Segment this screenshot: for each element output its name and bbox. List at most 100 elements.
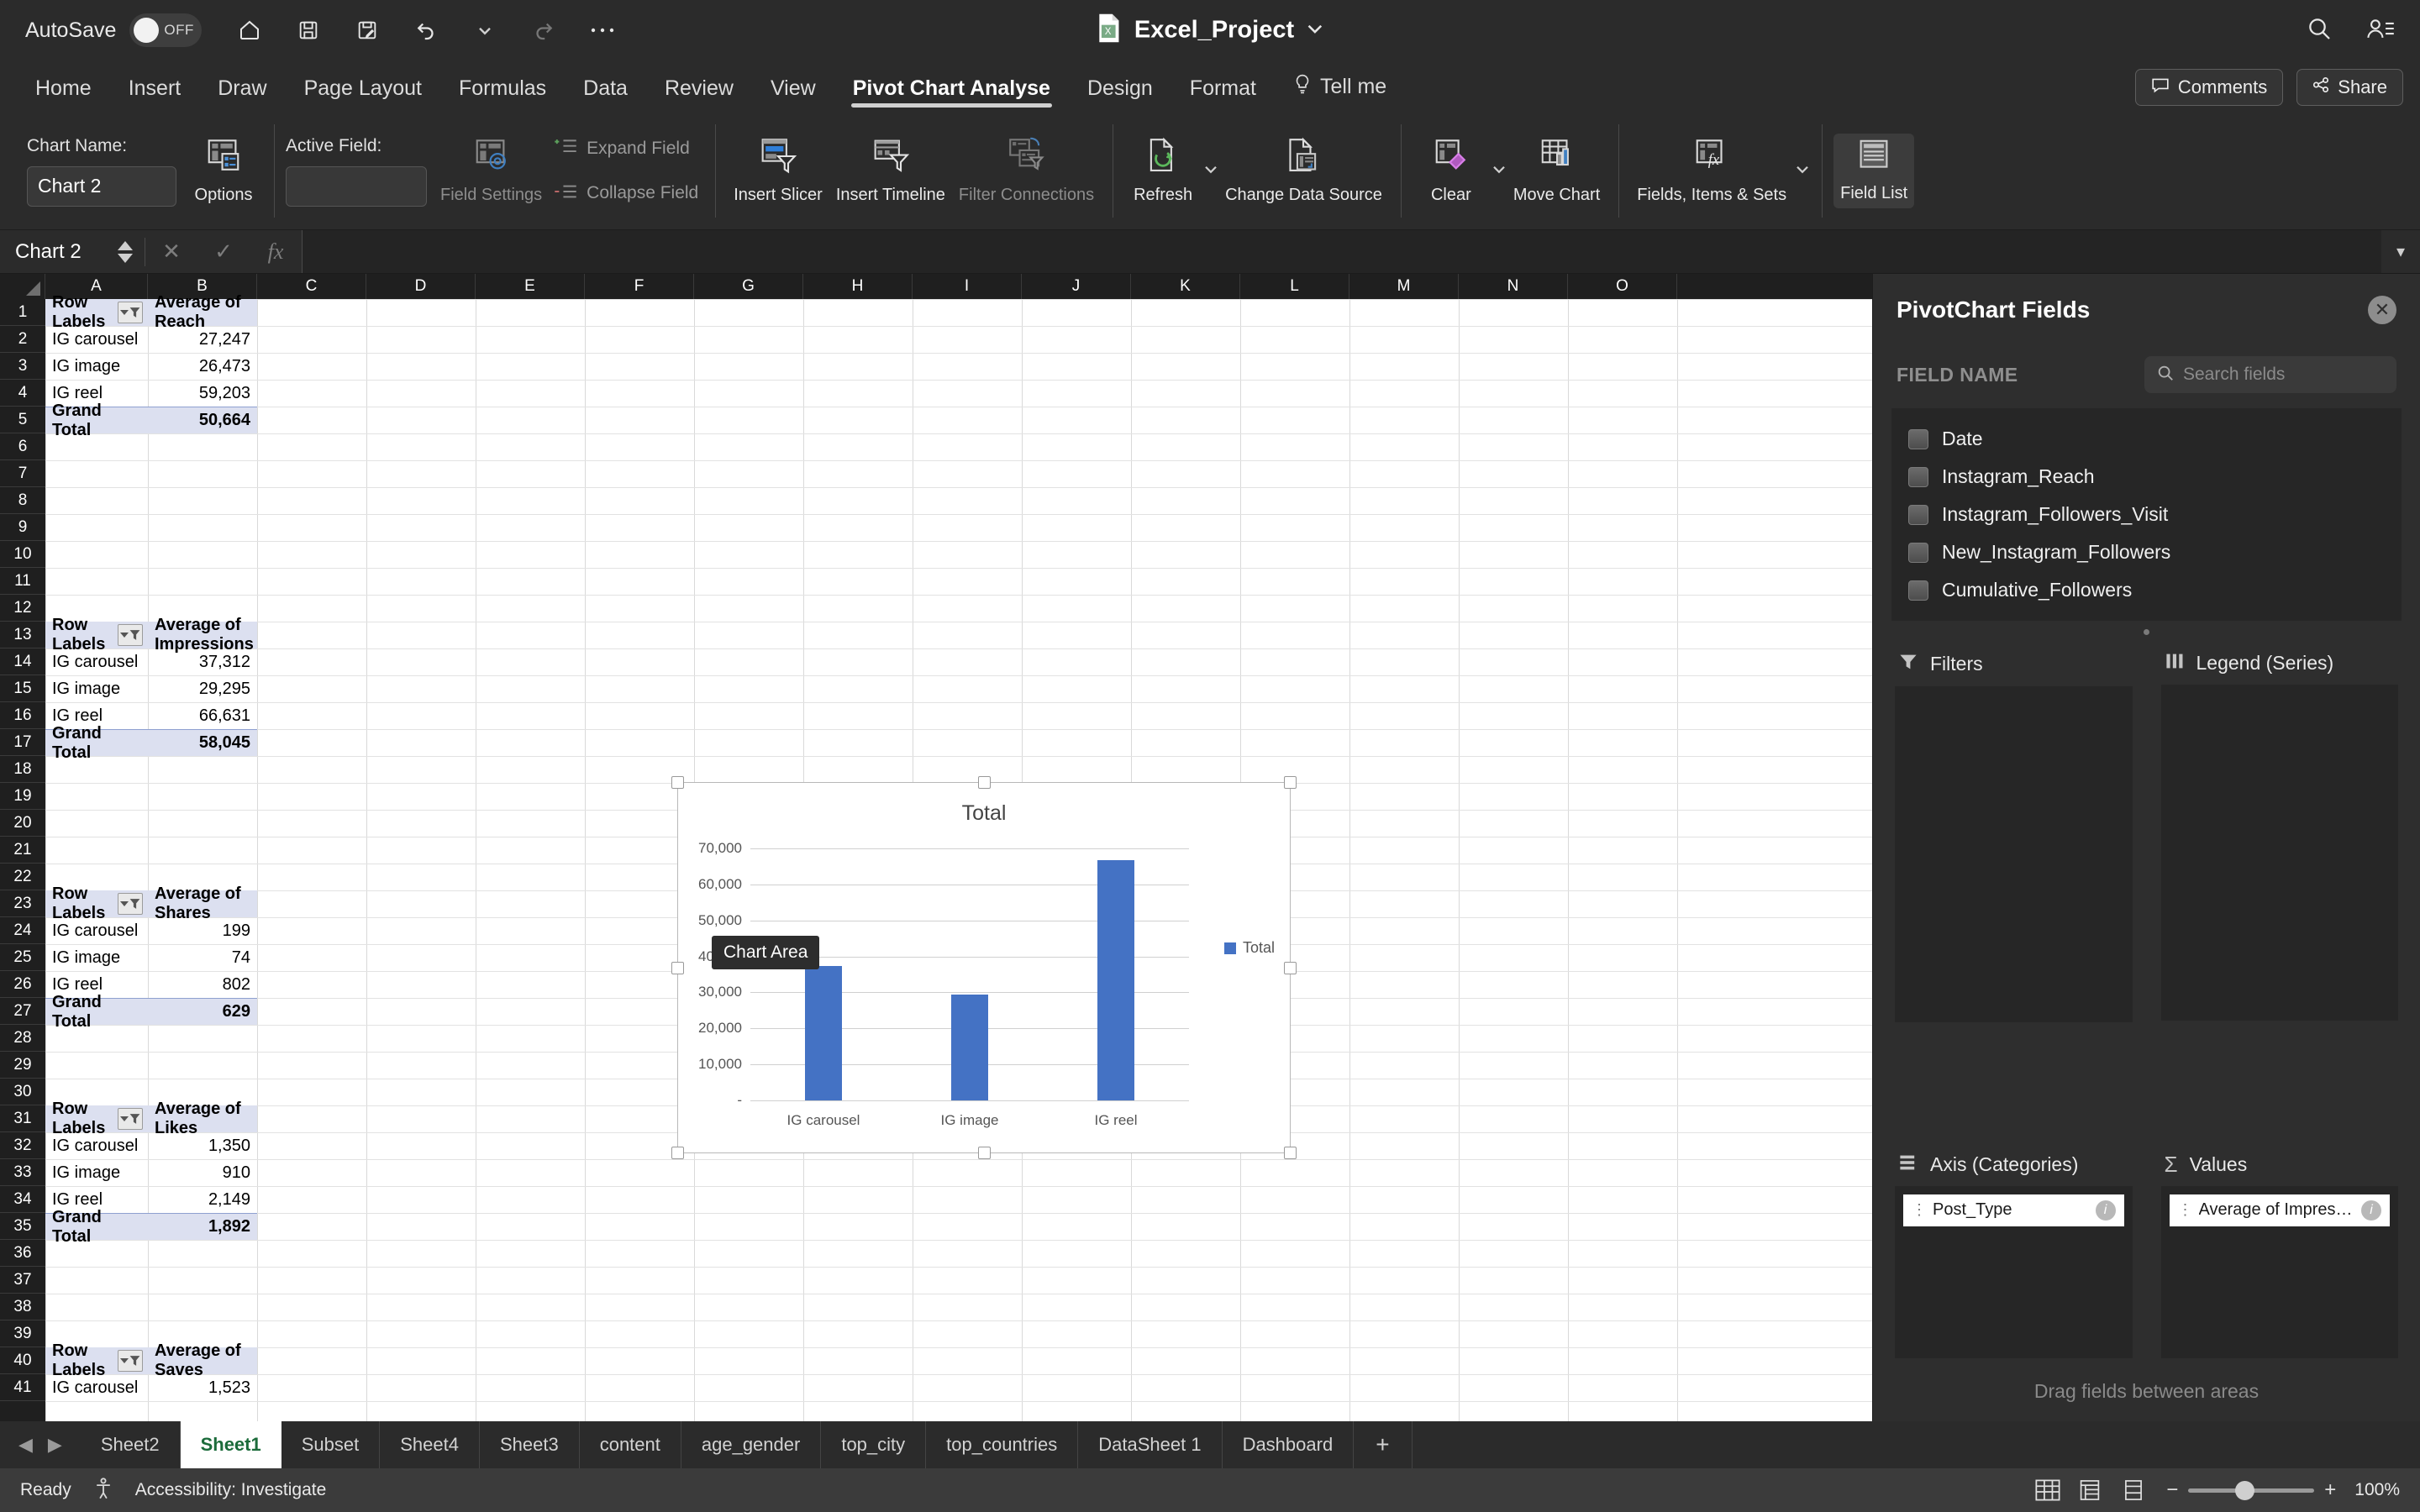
select-all-corner[interactable] <box>0 274 45 299</box>
name-box-spinner[interactable] <box>118 240 145 263</box>
search-fields-box[interactable]: Search fields <box>2144 356 2396 393</box>
axis-chip-post-type[interactable]: ⋮ Post_Type i <box>1903 1194 2124 1226</box>
row-header-27[interactable]: 27 <box>0 998 45 1025</box>
pivot-1-grand-total-value[interactable]: 58,045 <box>148 729 257 756</box>
pivot-3-grand-total-label[interactable]: Grand Total <box>45 1208 148 1246</box>
pivot-1-label-0[interactable]: IG carousel <box>45 648 148 675</box>
chart-bar-1[interactable] <box>950 995 989 1100</box>
row-header-17[interactable]: 17 <box>0 729 45 756</box>
tab-data[interactable]: Data <box>565 76 646 113</box>
home-icon[interactable] <box>232 13 267 48</box>
filter-connections-button[interactable]: Filter Connections <box>952 132 1101 209</box>
pivot-3-filter-button[interactable] <box>118 1108 143 1130</box>
row-header-13[interactable]: 13 <box>0 622 45 648</box>
column-header-J[interactable]: J <box>1022 274 1131 299</box>
add-sheet-button[interactable]: + <box>1354 1421 1413 1468</box>
refresh-button[interactable]: Refresh <box>1124 132 1202 209</box>
field-item-instagram_followers_visit[interactable]: Instagram_Followers_Visit <box>1891 496 2402 533</box>
row-header-15[interactable]: 15 <box>0 675 45 702</box>
pivot-0-value-header[interactable]: Average of Reach <box>148 293 257 331</box>
pivot-2-value-0[interactable]: 199 <box>148 917 257 944</box>
collapse-field-button[interactable]: Collapse Field <box>549 176 703 212</box>
pivot-1-value-0[interactable]: 37,312 <box>148 648 257 675</box>
row-header-19[interactable]: 19 <box>0 783 45 810</box>
pivot-2-value-2[interactable]: 802 <box>148 971 257 998</box>
field-checkbox[interactable] <box>1908 428 1928 449</box>
row-header-26[interactable]: 26 <box>0 971 45 998</box>
sheet-nav-arrows[interactable]: ◀ ▶ <box>0 1421 81 1468</box>
sheet-tab-content[interactable]: content <box>580 1421 681 1468</box>
tab-review[interactable]: Review <box>646 76 752 113</box>
sheet-tab-sheet2[interactable]: Sheet2 <box>81 1421 181 1468</box>
column-header-E[interactable]: E <box>476 274 585 299</box>
pivot-2-filter-button[interactable] <box>118 893 143 915</box>
sheet-prev-icon[interactable]: ◀ <box>18 1434 33 1456</box>
tab-page-layout[interactable]: Page Layout <box>286 76 440 113</box>
pivot-2-value-header[interactable]: Average of Shares <box>148 885 257 922</box>
pivot-4-value-0[interactable]: 1,523 <box>148 1374 257 1401</box>
cancel-icon[interactable]: ✕ <box>145 239 197 265</box>
sheet-tab-top-countries[interactable]: top_countries <box>926 1421 1079 1468</box>
save-as-icon[interactable] <box>350 13 385 48</box>
tab-view[interactable]: View <box>752 76 834 113</box>
insert-slicer-button[interactable]: Insert Slicer <box>727 132 829 209</box>
sheet-next-icon[interactable]: ▶ <box>48 1434 62 1456</box>
zoom-level[interactable]: 100% <box>2354 1480 2400 1500</box>
column-header-K[interactable]: K <box>1131 274 1240 299</box>
pane-resize-handle[interactable] <box>1873 621 2420 640</box>
pivot-3-value-header[interactable]: Average of Likes <box>148 1100 257 1137</box>
name-box[interactable]: Chart 2 <box>0 230 118 273</box>
drag-grip-icon[interactable]: ⋮ <box>1912 1201 1927 1219</box>
confirm-icon[interactable]: ✓ <box>197 239 250 265</box>
row-header-11[interactable]: 11 <box>0 568 45 595</box>
document-title-group[interactable]: X Excel_Project <box>1096 13 1324 48</box>
sheet-tab-top-city[interactable]: top_city <box>821 1421 927 1468</box>
chart-handle-n[interactable] <box>978 776 991 789</box>
row-header-36[interactable]: 36 <box>0 1240 45 1267</box>
row-header-7[interactable]: 7 <box>0 460 45 487</box>
formula-bar-expand-icon[interactable]: ▾ <box>2381 241 2420 262</box>
expand-field-button[interactable]: Expand Field <box>549 131 703 167</box>
row-header-4[interactable]: 4 <box>0 380 45 407</box>
refresh-chevron-down-icon[interactable] <box>1203 161 1218 181</box>
pivot-2-grand-total-label[interactable]: Grand Total <box>45 993 148 1031</box>
row-header-21[interactable]: 21 <box>0 837 45 864</box>
page-layout-view-icon[interactable] <box>2079 1479 2104 1501</box>
pivot-1-grand-total-label[interactable]: Grand Total <box>45 724 148 762</box>
row-header-34[interactable]: 34 <box>0 1186 45 1213</box>
row-header-2[interactable]: 2 <box>0 326 45 353</box>
title-chevron-down-icon[interactable] <box>1306 19 1324 42</box>
account-icon[interactable] <box>2366 16 2395 45</box>
chart-handle-sw[interactable] <box>671 1147 684 1159</box>
row-header-24[interactable]: 24 <box>0 917 45 944</box>
row-header-5[interactable]: 5 <box>0 407 45 433</box>
fields-items-sets-button[interactable]: fx Fields, Items & Sets <box>1630 132 1793 209</box>
sheet-tab-sheet1[interactable]: Sheet1 <box>180 1421 281 1468</box>
row-header-35[interactable]: 35 <box>0 1213 45 1240</box>
pivot-0-value-2[interactable]: 59,203 <box>148 380 257 407</box>
pivot-0-value-0[interactable]: 27,247 <box>148 326 257 353</box>
field-checkbox[interactable] <box>1908 504 1928 525</box>
accessibility-status[interactable]: Accessibility: Investigate <box>135 1480 327 1500</box>
sheet-tab-sheet3[interactable]: Sheet3 <box>480 1421 580 1468</box>
tab-home[interactable]: Home <box>17 76 110 113</box>
pivot-0-filter-button[interactable] <box>118 302 143 323</box>
pivot-3-label-1[interactable]: IG image <box>45 1159 148 1186</box>
drag-grip-icon[interactable]: ⋮ <box>2178 1201 2193 1219</box>
chart-handle-s[interactable] <box>978 1147 991 1159</box>
row-header-1[interactable]: 1 <box>0 299 45 326</box>
zoom-knob[interactable] <box>2235 1480 2255 1500</box>
page-break-view-icon[interactable] <box>2123 1479 2148 1501</box>
field-checkbox[interactable] <box>1908 542 1928 563</box>
pivot-3-grand-total-value[interactable]: 1,892 <box>148 1213 257 1240</box>
autosave-toggle[interactable]: OFF <box>129 13 203 47</box>
row-header-18[interactable]: 18 <box>0 756 45 783</box>
row-header-30[interactable]: 30 <box>0 1079 45 1105</box>
tab-format[interactable]: Format <box>1171 76 1275 113</box>
share-button[interactable]: Share <box>2296 69 2403 106</box>
chart-object[interactable]: Total -10,00020,00030,00040,00050,00060,… <box>671 776 1297 1159</box>
pivot-0-label-0[interactable]: IG carousel <box>45 326 148 353</box>
row-header-8[interactable]: 8 <box>0 487 45 514</box>
chart-name-input[interactable]: Chart 2 <box>27 165 176 207</box>
row-header-28[interactable]: 28 <box>0 1025 45 1052</box>
